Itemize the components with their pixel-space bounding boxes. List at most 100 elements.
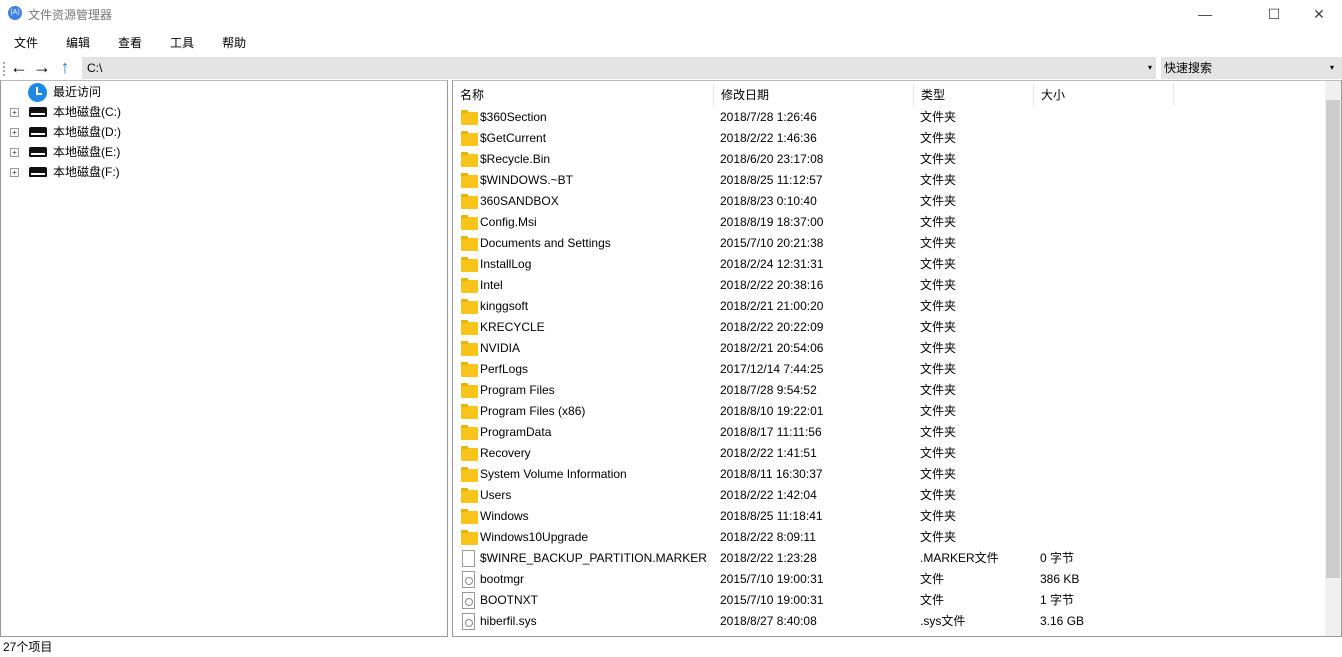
back-arrow-icon[interactable]: ← — [8, 57, 30, 79]
file-row[interactable]: Recovery 2018/2/22 1:41:51 文件夹 — [453, 443, 1325, 464]
file-row[interactable]: $WINRE_BACKUP_PARTITION.MARKER 2018/2/22 … — [453, 548, 1325, 569]
file-row[interactable]: KRECYCLE 2018/2/22 20:22:09 文件夹 — [453, 317, 1325, 338]
cell-modified: 2018/2/21 21:00:20 — [720, 299, 824, 313]
file-row[interactable]: bootmgr 2015/7/10 19:00:31 文件 386 KB — [453, 569, 1325, 590]
file-row[interactable]: $WINDOWS.~BT 2018/8/25 11:12:57 文件夹 — [453, 170, 1325, 191]
file-row[interactable]: Program Files (x86) 2018/8/10 19:22:01 文件夹 — [453, 401, 1325, 422]
cell-name: KRECYCLE — [480, 320, 545, 334]
cell-modified: 2018/2/22 8:09:11 — [720, 530, 816, 544]
file-row[interactable]: hiberfil.sys 2018/8/27 8:40:08 .sys文件 3.16 … — [453, 611, 1325, 632]
scrollbar-thumb[interactable] — [1326, 100, 1340, 578]
file-row[interactable]: BOOTNXT 2015/7/10 19:00:31 文件 1 字节 — [453, 590, 1325, 611]
menu-file[interactable]: 文件 — [0, 32, 52, 54]
minimize-button[interactable]: — — [1182, 0, 1228, 28]
close-button[interactable]: ✕ — [1296, 0, 1342, 28]
tree-node[interactable]: + 本地磁盘(C:) — [1, 102, 401, 122]
cell-size: 3.16 GB — [1040, 614, 1085, 628]
folder-icon — [461, 404, 478, 419]
cell-type: 文件夹 — [920, 467, 957, 481]
app-logo-icon: (A) — [8, 6, 22, 20]
expand-icon[interactable]: + — [10, 168, 19, 177]
file-row[interactable]: Windows10Upgrade 2018/2/22 8:09:11 文件夹 — [453, 527, 1325, 548]
expand-icon[interactable]: + — [10, 148, 19, 157]
file-row[interactable]: Intel 2018/2/22 20:38:16 文件夹 — [453, 275, 1325, 296]
column-name[interactable]: 名称 — [453, 84, 714, 106]
folder-icon — [461, 131, 478, 146]
file-row[interactable]: $GetCurrent 2018/2/22 1:46:36 文件夹 — [453, 128, 1325, 149]
up-arrow-icon[interactable]: ↑ — [54, 57, 76, 79]
column-header: 名称 修改日期 类型 大小 — [453, 84, 1325, 106]
cell-modified: 2018/2/22 20:22:09 — [720, 320, 824, 334]
file-icon — [462, 613, 475, 630]
expand-icon[interactable]: + — [10, 108, 19, 117]
column-type[interactable]: 类型 — [914, 84, 1034, 106]
cell-type: 文件夹 — [920, 215, 957, 229]
folder-icon — [461, 194, 478, 209]
cell-modified: 2018/8/19 18:37:00 — [720, 215, 824, 229]
folder-icon — [461, 341, 478, 356]
cell-modified: 2018/2/22 1:41:51 — [720, 446, 817, 460]
file-icon — [462, 550, 475, 567]
toolbar-grip[interactable] — [3, 62, 5, 76]
menu-help[interactable]: 帮助 — [208, 32, 260, 54]
chevron-down-icon[interactable]: ▾ — [1330, 57, 1334, 79]
cell-modified: 2018/2/21 20:54:06 — [720, 341, 824, 355]
file-row[interactable]: Program Files 2018/7/28 9:54:52 文件夹 — [453, 380, 1325, 401]
drive-icon — [29, 127, 47, 137]
cell-type: 文件夹 — [920, 362, 957, 376]
cell-name: 360SANDBOX — [480, 194, 559, 208]
maximize-button[interactable]: ☐ — [1251, 0, 1297, 28]
clock-icon — [28, 83, 47, 102]
forward-arrow-icon[interactable]: → — [31, 57, 53, 79]
cell-type: 文件夹 — [920, 509, 957, 523]
folder-icon — [461, 383, 478, 398]
cell-modified: 2018/2/22 1:23:28 — [720, 551, 817, 565]
cell-name: BOOTNXT — [480, 593, 539, 607]
file-row[interactable]: Documents and Settings 2015/7/10 20:21:38… — [453, 233, 1325, 254]
search-input[interactable]: 快速搜索 ▾ — [1161, 57, 1342, 79]
file-row[interactable]: PerfLogs 2017/12/14 7:44:25 文件夹 — [453, 359, 1325, 380]
folder-icon — [461, 467, 478, 482]
cell-modified: 2018/7/28 1:26:46 — [720, 110, 817, 124]
chevron-down-icon[interactable]: ▾ — [1148, 57, 1152, 79]
file-row[interactable]: kinggsoft 2018/2/21 21:00:20 文件夹 — [453, 296, 1325, 317]
file-row[interactable]: $360Section 2018/7/28 1:26:46 文件夹 — [453, 107, 1325, 128]
file-row[interactable]: 360SANDBOX 2018/8/23 0:10:40 文件夹 — [453, 191, 1325, 212]
cell-type: 文件夹 — [920, 488, 957, 502]
cell-modified: 2018/8/25 11:12:57 — [720, 173, 823, 187]
expand-icon[interactable]: + — [10, 128, 19, 137]
tree-node[interactable]: + 本地磁盘(F:) — [1, 162, 401, 182]
column-modified[interactable]: 修改日期 — [714, 84, 914, 106]
file-row[interactable]: System Volume Information 2018/8/11 16:30… — [453, 464, 1325, 485]
cell-modified: 2018/8/25 11:18:41 — [720, 509, 823, 523]
drive-icon — [29, 107, 47, 117]
file-icon — [462, 592, 475, 609]
file-row[interactable]: NVIDIA 2018/2/21 20:54:06 文件夹 — [453, 338, 1325, 359]
tree-node[interactable]: + 本地磁盘(D:) — [1, 122, 401, 142]
cell-modified: 2018/8/11 16:30:37 — [720, 467, 823, 481]
cell-type: 文件夹 — [920, 530, 957, 544]
menu-edit[interactable]: 编辑 — [52, 32, 104, 54]
file-row[interactable]: $Recycle.Bin 2018/6/20 23:17:08 文件夹 — [453, 149, 1325, 170]
menu-view[interactable]: 查看 — [104, 32, 156, 54]
cell-name: Intel — [480, 278, 503, 292]
column-size[interactable]: 大小 — [1034, 84, 1174, 106]
file-row[interactable]: Windows 2018/8/25 11:18:41 文件夹 — [453, 506, 1325, 527]
file-row[interactable]: Config.Msi 2018/8/19 18:37:00 文件夹 — [453, 212, 1325, 233]
address-bar[interactable]: C:\ ▾ — [82, 57, 1156, 79]
menu-tools[interactable]: 工具 — [156, 32, 208, 54]
cell-name: InstallLog — [480, 257, 532, 271]
title-bar: (A) 文件资源管理器 — ☐ ✕ — [0, 0, 1342, 28]
folder-icon — [461, 362, 478, 377]
cell-modified: 2018/2/24 12:31:31 — [720, 257, 824, 271]
cell-type: 文件夹 — [920, 257, 957, 271]
folder-icon — [461, 152, 478, 167]
file-row[interactable]: ProgramData 2018/8/17 11:11:56 文件夹 — [453, 422, 1325, 443]
cell-name: $WINRE_BACKUP_PARTITION.MARKER — [480, 551, 707, 565]
folder-icon — [461, 509, 478, 524]
file-row[interactable]: Users 2018/2/22 1:42:04 文件夹 — [453, 485, 1325, 506]
tree-node[interactable]: 最近访问 — [1, 82, 401, 102]
file-row[interactable]: InstallLog 2018/2/24 12:31:31 文件夹 — [453, 254, 1325, 275]
tree-node[interactable]: + 本地磁盘(E:) — [1, 142, 401, 162]
cell-name: $GetCurrent — [480, 131, 547, 145]
